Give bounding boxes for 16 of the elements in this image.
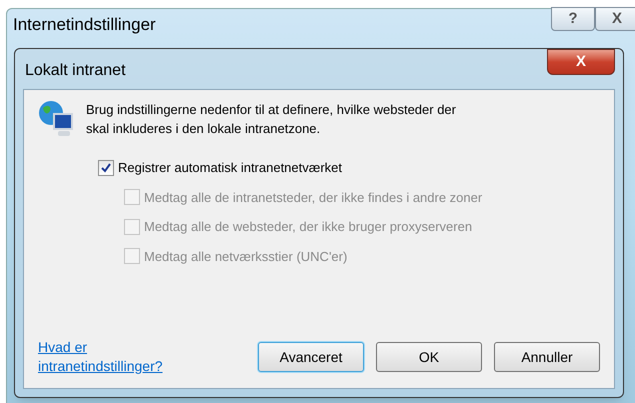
dialog-button[interactable]: Avanceret [258,342,364,372]
dialog-title: Lokalt intranet [25,61,126,81]
checkbox-label: Medtag alle de intranetsteder, der ikke findes i andre zoner [144,188,482,207]
close-button[interactable]: X [595,7,635,31]
window-title: Internetindstillinger [13,14,156,36]
description-text: Brug indstillingerne nedenfor til at definere, hvilke websteder der skal inkluderes i den lokale intranetzone. [86,101,457,138]
checkbox-label: Medtag alle netværksstier (UNC'er) [144,248,348,266]
dialog-button[interactable]: OK [376,342,482,372]
checkmark-icon [101,162,111,173]
checkbox-label: Medtag alle de websteder, der ikke bruger proxyserveren [144,218,472,236]
dialog-button[interactable]: Annuller [494,342,600,372]
close-button[interactable]: X [547,49,615,75]
help-link[interactable]: Hvad er intranetindstillinger? [38,338,198,376]
help-button[interactable]: ? [551,7,595,31]
checkbox[interactable] [98,160,114,176]
checkbox-label: Registrer automatisk intranetnetværket [118,159,342,177]
